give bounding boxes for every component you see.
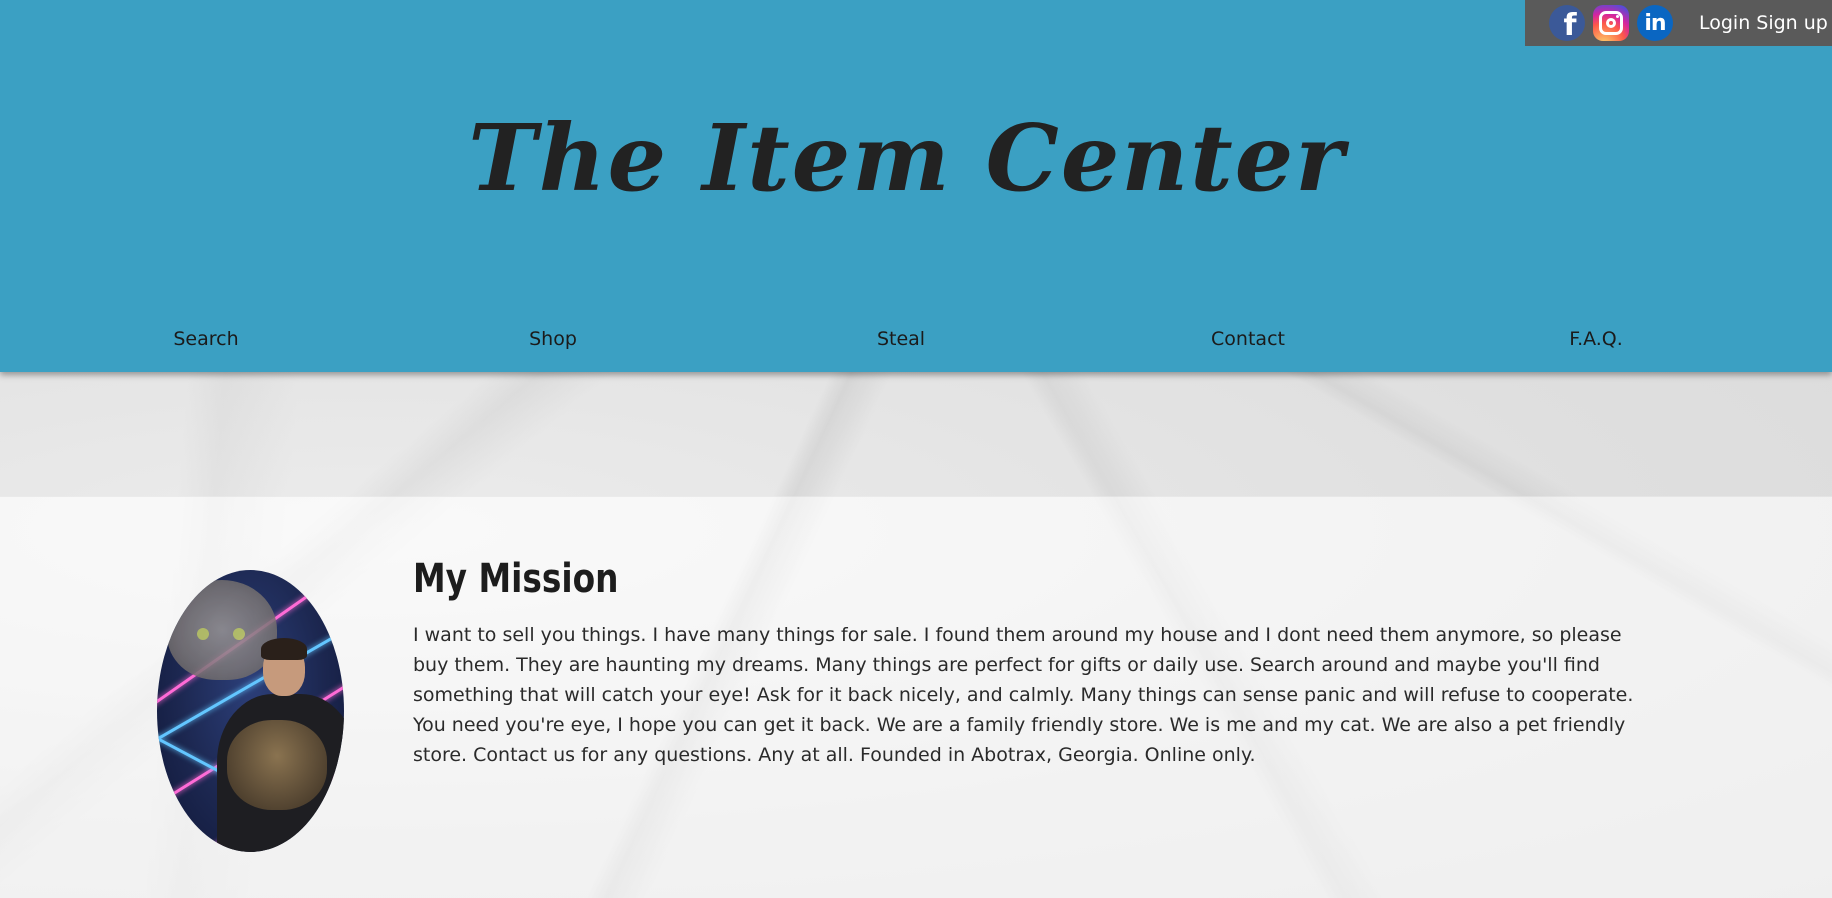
nav-item-contact[interactable]: Contact: [1211, 328, 1285, 350]
social-links: f in: [1549, 5, 1673, 41]
hero-strip: [0, 372, 1832, 496]
nav-item-shop[interactable]: Shop: [529, 328, 577, 350]
nav-item-faq[interactable]: F.A.Q.: [1569, 328, 1623, 350]
facebook-icon[interactable]: f: [1549, 5, 1585, 41]
login-link[interactable]: Login: [1699, 12, 1750, 34]
nav-item-steal[interactable]: Steal: [877, 328, 925, 350]
owner-portrait: [157, 570, 344, 852]
signup-link[interactable]: Sign up: [1756, 12, 1828, 34]
instagram-icon[interactable]: [1593, 5, 1629, 41]
site-header: f in Login Sign up The Item Center Searc…: [0, 0, 1832, 372]
mission-title: My Mission: [413, 556, 619, 602]
nav-item-search[interactable]: Search: [173, 328, 238, 350]
linkedin-icon[interactable]: in: [1637, 5, 1673, 41]
auth-links: Login Sign up: [1699, 12, 1828, 34]
top-bar: f in Login Sign up: [1525, 0, 1832, 46]
mission-text: I want to sell you things. I have many t…: [413, 624, 1634, 766]
main-nav: Search Shop Steal Contact F.A.Q.: [0, 328, 1832, 356]
site-title: The Item Center: [468, 104, 1346, 212]
